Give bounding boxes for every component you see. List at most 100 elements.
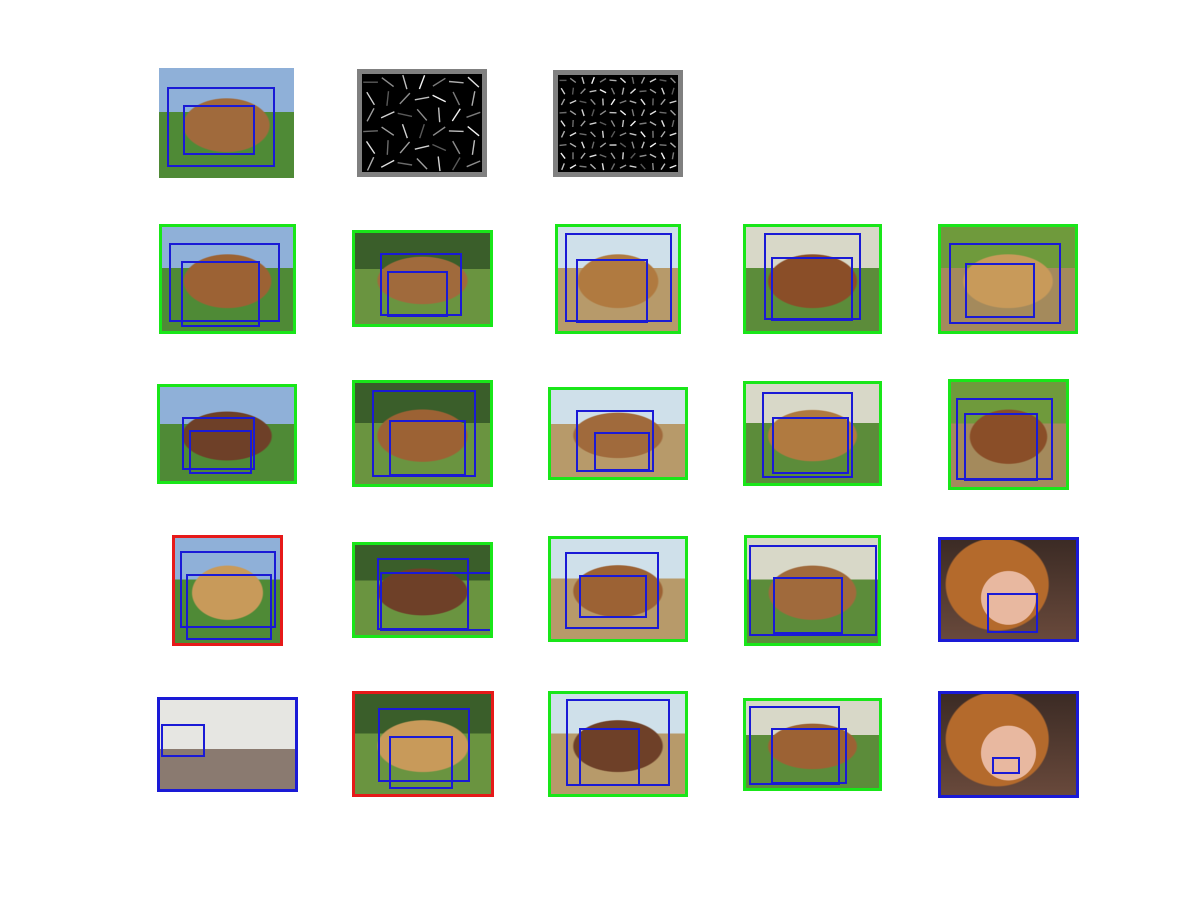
hog-orientation-stroke <box>649 153 657 159</box>
hog-orientation-stroke <box>599 77 607 83</box>
detection-result-horse <box>548 691 688 797</box>
hog-orientation-stroke <box>560 130 566 138</box>
hog-orientation-stroke <box>671 152 675 160</box>
hog-orientation-stroke <box>448 80 464 84</box>
hog-orientation-stroke <box>630 120 636 127</box>
part-bounding-box <box>387 270 448 318</box>
part-bounding-box <box>772 416 849 475</box>
hog-orientation-stroke <box>591 141 595 149</box>
hog-orientation-stroke <box>671 119 675 128</box>
hog-orientation-stroke <box>467 76 480 88</box>
hog-orientation-stroke <box>418 75 426 90</box>
hog-orientation-stroke <box>569 99 577 105</box>
part-bounding-box <box>964 262 1035 318</box>
hog-orientation-stroke <box>631 76 635 84</box>
hog-orientation-stroke <box>363 130 378 133</box>
hog-orientation-stroke <box>581 141 585 149</box>
hog-orientation-stroke <box>609 79 617 82</box>
hog-orientation-stroke <box>630 152 636 159</box>
hog-orientation-stroke <box>579 133 587 136</box>
hog-orientation-stroke <box>432 94 447 103</box>
hog-orientation-stroke <box>649 78 657 83</box>
hog-orientation-stroke <box>414 96 430 101</box>
hog-orientation-stroke <box>610 130 616 138</box>
hog-orientation-stroke <box>591 76 595 84</box>
hog-orientation-stroke <box>631 141 635 149</box>
hog-orientation-stroke <box>640 98 646 106</box>
detection-result-horse <box>172 535 283 646</box>
hog-orientation-stroke <box>414 145 430 150</box>
hog-orientation-stroke <box>619 142 627 148</box>
hog-orientation-stroke <box>590 98 596 106</box>
detection-result-horse <box>743 698 882 791</box>
hog-orientation-stroke <box>452 91 461 106</box>
hog-orientation-stroke <box>660 163 666 170</box>
hog-orientation-stroke <box>649 121 657 126</box>
part-bounding-box <box>963 413 1038 482</box>
hog-orientation-stroke <box>661 87 665 95</box>
hog-orientation-stroke <box>560 120 566 127</box>
hog-orientation-stroke <box>631 109 635 117</box>
detection-result-horse <box>548 387 688 480</box>
part-bounding-box <box>770 257 853 321</box>
hog-orientation-stroke <box>386 91 390 106</box>
hog-orientation-stroke <box>399 92 411 105</box>
hog-orientation-stroke <box>599 88 607 94</box>
hog-orientation-stroke <box>569 131 577 137</box>
hog-orientation-stroke <box>466 111 481 118</box>
hog-orientation-stroke <box>639 122 647 125</box>
face-photo <box>938 691 1079 798</box>
hog-orientation-stroke <box>619 164 627 169</box>
hog-orientation-stroke <box>471 91 476 106</box>
hog-orientation-stroke <box>652 163 654 171</box>
hog-orientation-stroke <box>671 87 675 95</box>
hog-orientation-stroke <box>610 87 616 95</box>
hog-orientation-stroke <box>601 130 605 138</box>
detection-result-horse <box>555 224 681 334</box>
hog-orientation-stroke <box>610 120 616 127</box>
hog-orientation-stroke <box>466 160 481 168</box>
hog-orientation-stroke <box>660 130 666 138</box>
hog-orientation-stroke <box>649 110 657 116</box>
hog-orientation-stroke <box>599 110 607 116</box>
hog-orientation-stroke <box>432 77 446 87</box>
part-bounding-box <box>180 261 261 328</box>
detection-result-face <box>938 537 1079 642</box>
hog-orientation-stroke <box>640 109 646 117</box>
hog-orientation-stroke <box>640 163 646 170</box>
hog-orientation-stroke <box>629 132 637 136</box>
hog-orientation-stroke <box>660 120 666 127</box>
hog-orientation-stroke <box>640 76 646 84</box>
part-bounding-box <box>770 727 848 784</box>
hog-orientation-stroke <box>659 111 667 114</box>
hog-orientation-stroke <box>629 100 637 104</box>
part-bounding-box <box>183 105 255 155</box>
detection-result-face <box>938 691 1079 798</box>
hog-orientation-stroke <box>619 77 627 84</box>
hog-orientation-stroke <box>649 88 657 94</box>
detection-result-horse <box>938 224 1078 334</box>
detection-result-horse <box>352 230 493 327</box>
hog-orientation-stroke <box>589 122 597 125</box>
detection-result-horse <box>743 381 882 486</box>
hog-orientation-stroke <box>452 140 461 155</box>
detection-result-horse <box>352 542 493 638</box>
detection-result-horse <box>352 691 494 797</box>
part-bounding-box <box>380 571 493 632</box>
hog-orientation-stroke <box>581 109 585 117</box>
hog-orientation-stroke <box>386 140 389 155</box>
hog-orientation-stroke <box>589 163 597 170</box>
root-bounding-box <box>991 757 1020 775</box>
part-filter-visualization <box>553 70 683 177</box>
hog-orientation-stroke <box>659 79 667 82</box>
hog-orientation-stroke <box>599 121 607 126</box>
hog-orientation-stroke <box>581 76 585 84</box>
hog-orientation-stroke <box>401 123 408 139</box>
detection-result-horse <box>948 379 1069 490</box>
hog-orientation-stroke <box>365 141 376 154</box>
part-bounding-box <box>186 573 272 641</box>
root-filter-visualization <box>357 69 487 177</box>
detection-results-figure <box>0 0 1200 900</box>
hog-orientation-stroke <box>629 165 637 168</box>
hog-orientation-stroke <box>402 74 408 90</box>
